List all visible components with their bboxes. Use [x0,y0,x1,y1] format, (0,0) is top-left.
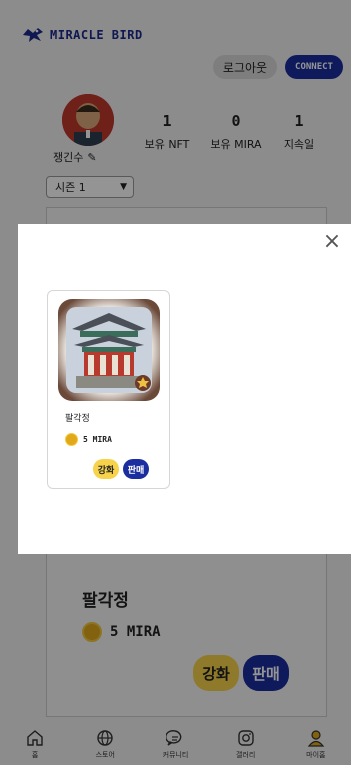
nft-card-price: 5 MIRA [65,433,112,446]
pavilion-image-icon [58,299,160,401]
modal-sell-button[interactable]: 판매 [123,459,149,479]
nft-card-price-text: 5 MIRA [83,435,112,444]
coin-icon [65,433,78,446]
nft-card-name: 팔각정 [65,414,90,424]
nft-image [58,299,160,401]
modal-upgrade-button[interactable]: 강화 [93,459,119,479]
nft-card[interactable]: 팔각정 5 MIRA 강화 판매 [47,290,170,489]
close-icon[interactable]: × [322,231,342,253]
